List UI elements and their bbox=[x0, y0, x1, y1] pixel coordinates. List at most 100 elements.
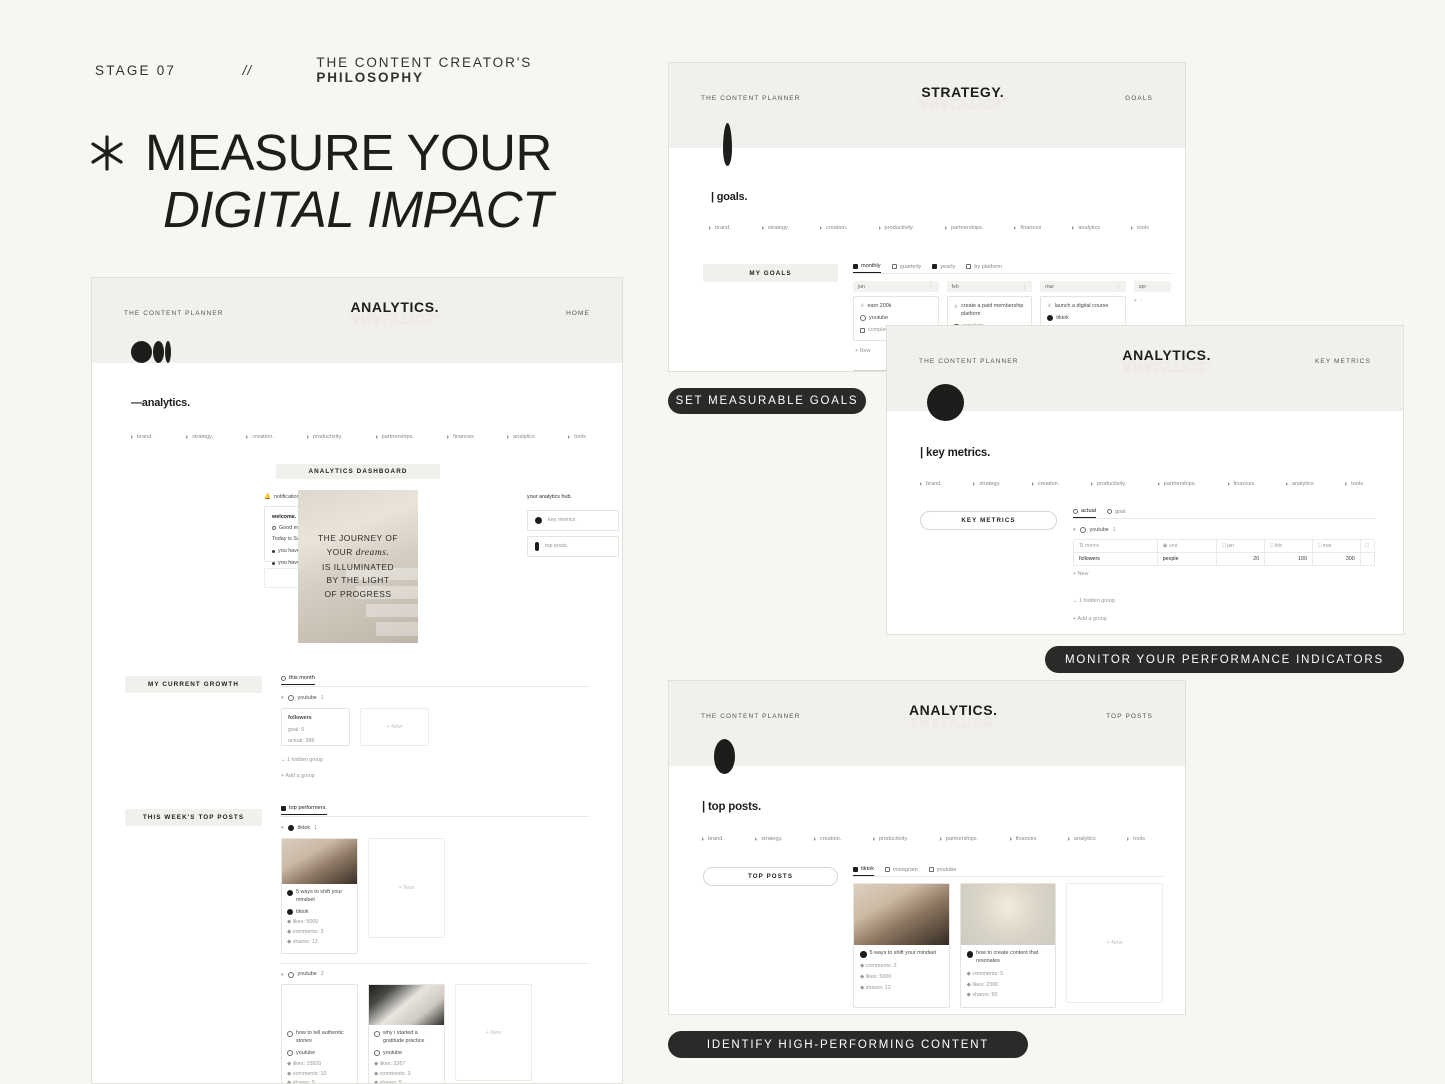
col-unit[interactable]: ◉ unit bbox=[1156, 538, 1218, 553]
tiktok-icon bbox=[860, 951, 867, 958]
group-header-youtube[interactable]: ▾ youtube 2 bbox=[281, 970, 589, 979]
new-growth-button[interactable]: + New bbox=[360, 707, 429, 746]
triangle-icon bbox=[1067, 837, 1070, 841]
tab-youtube[interactable]: youtube bbox=[928, 867, 957, 876]
hidden-group-toggle[interactable]: ⌄ 1 hidden group bbox=[1073, 597, 1375, 606]
key-metrics-pill[interactable]: KEY METRICS bbox=[920, 511, 1057, 530]
triangle-icon bbox=[1009, 837, 1012, 841]
post-card[interactable]: how to tell authentic stories youtube ◆ … bbox=[281, 984, 358, 1083]
post-card[interactable]: why i started a gratitude practice youtu… bbox=[368, 984, 445, 1083]
nav-item-brand[interactable]: brand. bbox=[709, 225, 731, 231]
post-card[interactable]: 5 ways to shift your mindset tiktok ◆ li… bbox=[281, 837, 358, 955]
column-header[interactable]: apr bbox=[1133, 281, 1171, 292]
checkbox-icon[interactable] bbox=[860, 327, 865, 333]
dashboard-window: THE CONTENT PLANNER ANALYTICS. ANALYTICS… bbox=[91, 277, 623, 1084]
nav-item-brand[interactable]: brand. bbox=[702, 836, 724, 842]
new-post-button[interactable]: + New bbox=[455, 984, 532, 1082]
nav-item-analytics[interactable]: analytics bbox=[1072, 225, 1100, 231]
metrics-group-header[interactable]: ▾ youtube 1 bbox=[1073, 526, 1375, 535]
tab-by-platform[interactable]: by platform bbox=[966, 264, 1002, 273]
nav-item-partnerships[interactable]: partnerships. bbox=[939, 836, 978, 842]
nav-item-creation[interactable]: creation. bbox=[813, 836, 841, 842]
tab-yearly[interactable]: yearly bbox=[932, 264, 955, 273]
hidden-group-toggle[interactable]: ⌄ 1 hidden group bbox=[281, 756, 589, 765]
nav-item-tools[interactable]: tools bbox=[1131, 225, 1149, 231]
group-header-tiktok[interactable]: ▾ tiktok 1 bbox=[281, 824, 589, 833]
nav-item-tools[interactable]: tools bbox=[1127, 836, 1145, 842]
column-menu-icon[interactable]: ⋮ bbox=[1116, 284, 1121, 290]
nav-item-brand[interactable]: brand. bbox=[131, 434, 153, 440]
nav-item-creation[interactable]: creation. bbox=[246, 434, 274, 440]
hub-item-top-posts[interactable]: top posts. bbox=[527, 535, 619, 557]
tab-goal[interactable]: goal bbox=[1106, 509, 1126, 518]
page-tag[interactable]: KEY METRICS bbox=[1315, 358, 1371, 365]
nav-item-tools[interactable]: tools bbox=[568, 434, 586, 440]
post-card[interactable]: how to create content that resonates ◆ c… bbox=[959, 883, 1057, 1009]
nav-item-strategy[interactable]: strategy. bbox=[755, 836, 782, 842]
page-tag[interactable]: HOME bbox=[566, 310, 590, 317]
my-current-growth-pill[interactable]: MY CURRENT GROWTH bbox=[125, 676, 262, 693]
tab-this-month[interactable]: this month bbox=[281, 675, 315, 685]
nav-item-creation[interactable]: creation. bbox=[1031, 481, 1059, 487]
growth-group-header[interactable]: ▾ youtube 1 bbox=[281, 694, 589, 703]
new-post-button[interactable]: + New bbox=[368, 837, 445, 938]
col-metric[interactable]: ⇅ metric bbox=[1073, 538, 1158, 553]
top-posts-pill[interactable]: TOP POSTS bbox=[703, 867, 838, 886]
tab-monthly[interactable]: monthly bbox=[853, 263, 881, 273]
page-tag[interactable]: TOP POSTS bbox=[1106, 713, 1153, 720]
tab-actual[interactable]: actual bbox=[1073, 508, 1096, 518]
hub-item-key-metrics[interactable]: key metrics. bbox=[527, 509, 619, 531]
this-weeks-top-posts-pill[interactable]: THIS WEEK'S TOP POSTS bbox=[125, 809, 262, 826]
nav-item-strategy[interactable]: strategy. bbox=[186, 434, 213, 440]
tab-top-performers[interactable]: top performers. bbox=[281, 805, 327, 815]
bullet-dot-icon bbox=[272, 561, 275, 565]
nav-item-finances[interactable]: finances bbox=[1227, 481, 1254, 487]
column-header[interactable]: feb ⋮ bbox=[946, 281, 1033, 292]
nav-item-strategy[interactable]: strategy. bbox=[761, 225, 789, 231]
analytics-dashboard-pill[interactable]: ANALYTICS DASHBOARD bbox=[276, 464, 440, 479]
nav-item-productivity[interactable]: productivity. bbox=[872, 836, 908, 842]
nav-item-strategy[interactable]: strategy. bbox=[973, 481, 1000, 487]
nav-item-finances[interactable]: finances bbox=[1009, 836, 1036, 842]
page-tag[interactable]: GOALS bbox=[1125, 95, 1153, 102]
my-goals-pill[interactable]: MY GOALS bbox=[703, 264, 838, 282]
nav-label: strategy. bbox=[761, 836, 783, 842]
add-column-button[interactable]: + ⋮ bbox=[1134, 297, 1171, 306]
col-mar[interactable]: □ mar bbox=[1311, 538, 1361, 553]
instagram-icon bbox=[885, 867, 891, 872]
nav-item-partnerships[interactable]: partnerships. bbox=[945, 225, 983, 231]
column-menu-icon[interactable]: ⋮ bbox=[928, 284, 933, 290]
tab-quarterly[interactable]: quarterly bbox=[891, 264, 921, 273]
nav-item-analytics[interactable]: analytics bbox=[1067, 836, 1096, 842]
nav-item-productivity[interactable]: productivity. bbox=[1090, 481, 1126, 487]
col-add[interactable]: □ bbox=[1359, 538, 1376, 553]
nav-item-analytics[interactable]: analytics bbox=[507, 434, 535, 440]
col-jan[interactable]: □ jan bbox=[1216, 538, 1266, 553]
column-name: jan bbox=[858, 283, 865, 290]
horizontal-scrollbar[interactable] bbox=[1073, 633, 1375, 634]
nav-item-productivity[interactable]: productivity. bbox=[306, 434, 342, 440]
nav-item-creation[interactable]: creation. bbox=[820, 225, 847, 231]
divider bbox=[853, 876, 1163, 877]
nav-item-partnerships[interactable]: partnerships. bbox=[375, 434, 414, 440]
add-group-button[interactable]: + Add a group bbox=[281, 772, 589, 781]
nav-item-analytics[interactable]: analytics bbox=[1285, 481, 1314, 487]
nav-item-productivity[interactable]: productivity. bbox=[878, 225, 914, 231]
tab-instagram[interactable]: instagram bbox=[885, 867, 918, 876]
nav-item-tools[interactable]: tools bbox=[1345, 481, 1363, 487]
nav-item-finances[interactable]: finances bbox=[447, 434, 474, 440]
post-card[interactable]: 5 ways to shift your mindset ◆ comments:… bbox=[853, 883, 950, 1009]
new-post-button[interactable]: + New bbox=[1066, 883, 1164, 1003]
nav-item-finances[interactable]: finances bbox=[1014, 225, 1041, 231]
add-group-button[interactable]: + Add a group bbox=[1073, 615, 1375, 624]
column-header[interactable]: mar ⋮ bbox=[1040, 281, 1126, 292]
nav-item-partnerships[interactable]: partnerships. bbox=[1157, 481, 1196, 487]
new-metric-button[interactable]: + New bbox=[1073, 570, 1375, 579]
nav-item-brand[interactable]: brand. bbox=[920, 481, 942, 487]
table-row[interactable]: followers people 20 100 300 bbox=[1073, 551, 1376, 566]
tab-tiktok[interactable]: tiktok bbox=[853, 866, 875, 876]
column-header[interactable]: jan ⋮ bbox=[853, 281, 939, 292]
growth-card[interactable]: followers goal: 0 actual: 388 bbox=[281, 707, 350, 746]
column-menu-icon[interactable]: ⋮ bbox=[1022, 284, 1027, 290]
col-feb[interactable]: □ feb bbox=[1264, 538, 1313, 553]
